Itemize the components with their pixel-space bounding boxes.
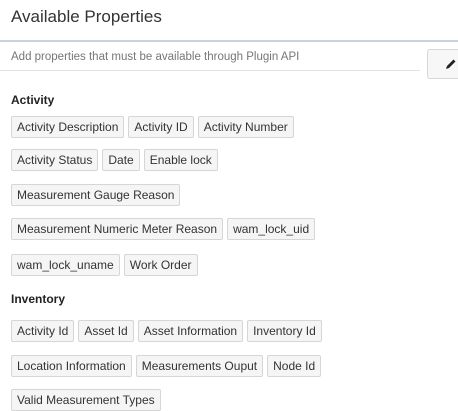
pencil-icon xyxy=(446,59,456,69)
property-chip[interactable]: Date xyxy=(102,149,140,171)
chip-row: Valid Measurement Types xyxy=(11,389,161,411)
page-title: Available Properties xyxy=(11,7,162,26)
property-chip[interactable]: Asset Id xyxy=(78,320,134,342)
property-chip[interactable]: Activity Id xyxy=(11,320,75,342)
property-chip[interactable]: Asset Information xyxy=(137,320,244,342)
chip-row: Location Information Measurements Ouput … xyxy=(11,355,322,377)
hint-divider xyxy=(0,70,420,71)
property-chip[interactable]: Activity Status xyxy=(11,149,99,171)
property-chip[interactable]: wam_lock_uname xyxy=(11,254,120,276)
chip-row: Activity Status Date Enable lock xyxy=(11,149,218,171)
chip-row: wam_lock_uname Work Order xyxy=(11,254,198,276)
header-divider xyxy=(0,40,458,42)
chip-row: Measurement Numeric Meter Reason wam_loc… xyxy=(11,218,316,240)
property-chip[interactable]: wam_lock_uid xyxy=(227,218,316,240)
group-heading-inventory: Inventory xyxy=(11,292,66,306)
edit-button[interactable] xyxy=(427,49,458,79)
property-chip[interactable]: Measurements Ouput xyxy=(135,355,264,377)
chip-row: Measurement Gauge Reason xyxy=(11,184,181,206)
property-chip[interactable]: Activity Description xyxy=(11,116,125,138)
property-chip[interactable]: Measurement Numeric Meter Reason xyxy=(11,218,224,240)
group-heading-activity: Activity xyxy=(11,93,55,107)
property-chip[interactable]: Activity ID xyxy=(128,116,194,138)
property-chip[interactable]: Work Order xyxy=(123,254,198,276)
property-chip[interactable]: Activity Number xyxy=(197,116,294,138)
property-chip[interactable]: Location Information xyxy=(11,355,132,377)
property-chip[interactable]: Enable lock xyxy=(143,149,218,171)
chip-row: Activity Description Activity ID Activit… xyxy=(11,116,294,138)
property-chip[interactable]: Valid Measurement Types xyxy=(11,389,161,411)
property-chip[interactable]: Inventory Id xyxy=(247,320,322,342)
chip-row: Activity Id Asset Id Asset Information I… xyxy=(11,320,322,342)
add-properties-hint: Add properties that must be available th… xyxy=(11,51,300,63)
property-chip[interactable]: Node Id xyxy=(267,355,322,377)
property-chip[interactable]: Measurement Gauge Reason xyxy=(11,184,181,206)
